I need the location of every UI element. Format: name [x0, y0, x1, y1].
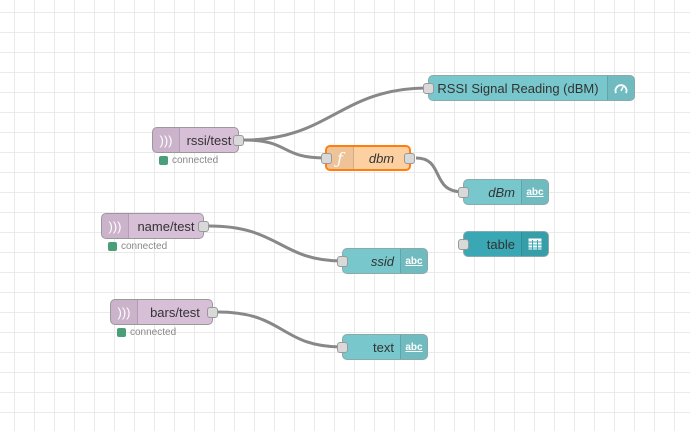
node-status: connected [108, 241, 167, 252]
input-port[interactable] [458, 239, 469, 250]
wire-func-dbm [415, 156, 464, 194]
function-node-dbm[interactable]: ƒ dbm [321, 145, 415, 171]
text-icon: abc [400, 335, 427, 359]
mqtt-wave-icon: ))) [111, 300, 138, 324]
text-node-dbm[interactable]: dBm abc [458, 179, 549, 205]
text-icon: abc [400, 249, 427, 273]
mqtt-wave-icon: ))) [102, 214, 129, 238]
input-port[interactable] [423, 83, 434, 94]
input-port[interactable] [321, 153, 332, 164]
text-node-ssid[interactable]: ssid abc [337, 248, 428, 274]
gauge-icon [607, 76, 634, 100]
table-node[interactable]: table [458, 231, 549, 257]
input-port[interactable] [337, 342, 348, 353]
output-port[interactable] [198, 221, 209, 232]
status-dot-icon [117, 328, 126, 337]
input-port[interactable] [458, 187, 469, 198]
input-port[interactable] [337, 256, 348, 267]
output-port[interactable] [404, 153, 415, 164]
status-dot-icon [159, 156, 168, 165]
mqtt-in-node-name[interactable]: ))) name/test [101, 213, 209, 239]
status-dot-icon [108, 242, 117, 251]
node-status: connected [159, 155, 218, 166]
wire-rssi-func [243, 138, 326, 160]
output-port[interactable] [207, 307, 218, 318]
text-icon: abc [521, 180, 548, 204]
node-status: connected [117, 327, 176, 338]
mqtt-in-node-rssi[interactable]: ))) rssi/test [152, 127, 244, 153]
text-node-text[interactable]: text abc [337, 334, 428, 360]
gauge-node[interactable]: RSSI Signal Reading (dBM) [423, 75, 635, 101]
output-port[interactable] [233, 135, 244, 146]
wire-rssi-gauge [243, 86, 429, 142]
wire-name-ssid [208, 224, 343, 263]
mqtt-in-node-bars[interactable]: ))) bars/test [110, 299, 218, 325]
table-icon [521, 232, 548, 256]
mqtt-wave-icon: ))) [153, 128, 180, 152]
wire-bars-text [217, 310, 343, 349]
